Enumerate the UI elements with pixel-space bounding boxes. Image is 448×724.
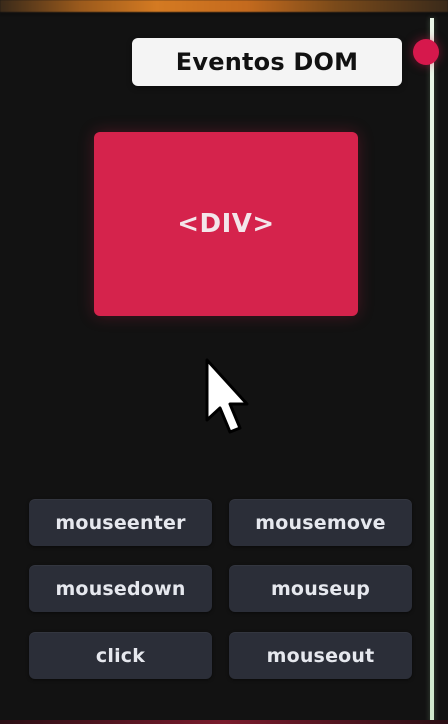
target-div-label: <DIV>: [177, 209, 275, 239]
page-title: Eventos DOM: [175, 48, 359, 76]
event-button-label: mouseout: [266, 644, 375, 667]
event-button-label: mousedown: [55, 577, 186, 600]
event-button-mouseup[interactable]: mouseup: [229, 565, 412, 612]
event-button-mouseenter[interactable]: mouseenter: [29, 499, 212, 546]
target-div[interactable]: <DIV>: [94, 132, 358, 316]
event-button-label: mouseenter: [55, 511, 186, 534]
timeline-knob[interactable]: [413, 39, 439, 65]
event-button-click[interactable]: click: [29, 632, 212, 679]
event-button-label: mouseup: [270, 577, 371, 600]
bottom-edge-strip: [0, 720, 448, 724]
event-button-mouseout[interactable]: mouseout: [229, 632, 412, 679]
mouse-pointer-icon: [205, 358, 249, 434]
vertical-timeline-rail: [430, 18, 434, 724]
event-button-label: mousemove: [255, 511, 386, 534]
event-button-label: click: [95, 644, 146, 667]
event-button-mousedown[interactable]: mousedown: [29, 565, 212, 612]
top-banner-strip: [0, 0, 448, 16]
event-button-mousemove[interactable]: mousemove: [229, 499, 412, 546]
title-banner: Eventos DOM: [132, 38, 402, 86]
